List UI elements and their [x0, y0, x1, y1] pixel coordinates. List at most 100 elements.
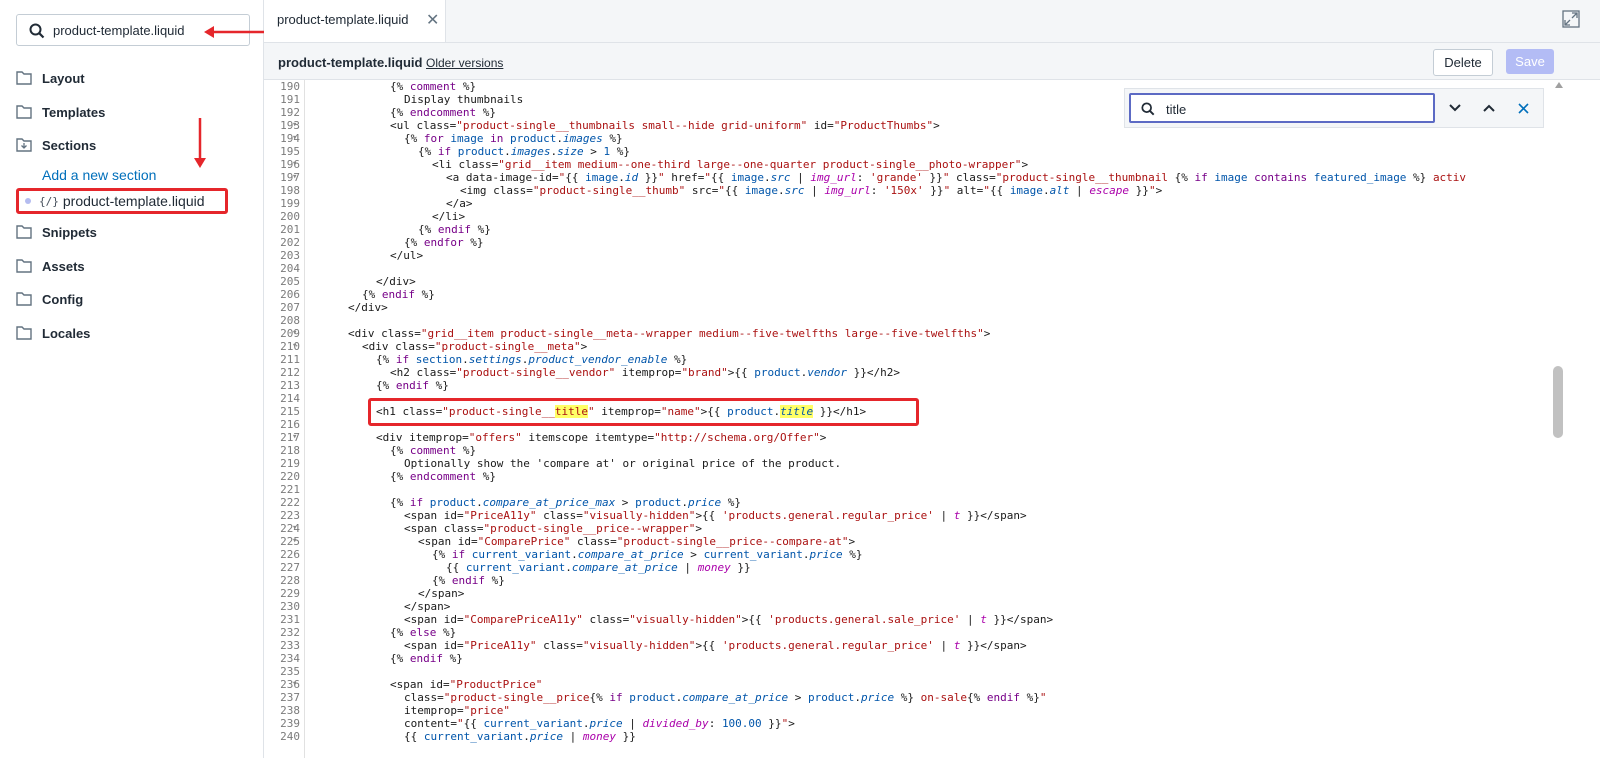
- fold-toggle-icon[interactable]: ▾: [292, 133, 297, 143]
- line-number: 237: [280, 691, 300, 704]
- folder-templates[interactable]: Templates: [16, 100, 105, 124]
- add-section-link[interactable]: Add a new section: [42, 167, 156, 183]
- line-number: 213: [280, 379, 300, 392]
- find-input[interactable]: title: [1129, 93, 1435, 123]
- fold-toggle-icon[interactable]: ▾: [292, 432, 297, 442]
- sidebar: product-template.liquid Layout Templates…: [0, 0, 264, 758]
- tab-product-template[interactable]: product-template.liquid ✕: [264, 0, 446, 42]
- chevron-up-icon: [1483, 104, 1495, 112]
- folder-assets[interactable]: Assets: [16, 254, 85, 278]
- line-number: 204: [280, 262, 300, 275]
- line-number: 227: [280, 561, 300, 574]
- code-line: <li class="grid__item medium--one-third …: [432, 158, 1029, 171]
- liquid-file-icon: {/}: [39, 194, 59, 208]
- find-prev-button[interactable]: [1473, 93, 1505, 123]
- file-label: product-template.liquid: [62, 193, 205, 209]
- line-number: 223: [280, 509, 300, 522]
- sidebar-file-product-template[interactable]: {/} product-template.liquid: [16, 188, 228, 214]
- line-number: 200: [280, 210, 300, 223]
- delete-button[interactable]: Delete: [1433, 49, 1493, 76]
- code-line: itemprop="price": [404, 704, 510, 717]
- code-line: {% endcomment %}: [390, 470, 496, 483]
- code-line: </li>: [432, 210, 466, 223]
- line-number: 222: [280, 496, 300, 509]
- line-number: 238: [280, 704, 300, 717]
- line-number: 201: [280, 223, 300, 236]
- line-number: 192: [280, 106, 300, 119]
- line-number: 226: [280, 548, 300, 561]
- folder-locales[interactable]: Locales: [16, 321, 90, 345]
- code-line: <ul class="product-single__thumbnails sm…: [390, 119, 940, 132]
- code-line: </a>: [446, 197, 473, 210]
- line-number: 199: [280, 197, 300, 210]
- line-number: 233: [280, 639, 300, 652]
- code-line: {% endif %}: [362, 288, 435, 301]
- code-line: <a data-image-id="{{ image.id }}" href="…: [446, 171, 1467, 184]
- line-number: 234: [280, 652, 300, 665]
- find-next-button[interactable]: [1439, 93, 1471, 123]
- highlight-annotation-box: [368, 398, 919, 426]
- search-icon: [1141, 102, 1155, 116]
- find-query: title: [1166, 102, 1187, 117]
- line-number: 218: [280, 444, 300, 457]
- line-number: 216: [280, 418, 300, 431]
- save-button[interactable]: Save: [1506, 49, 1554, 74]
- fold-toggle-icon[interactable]: ▾: [292, 341, 297, 351]
- code-line: <div itemprop="offers" itemscope itemtyp…: [376, 431, 827, 444]
- code-line: </span>: [418, 587, 465, 600]
- code-line: {% endif %}: [418, 223, 491, 236]
- fold-toggle-icon[interactable]: ▾: [292, 172, 297, 182]
- find-close-button[interactable]: [1507, 93, 1539, 123]
- scroll-up-arrow-icon[interactable]: [1555, 82, 1563, 88]
- line-number: 212: [280, 366, 300, 379]
- folder-layout[interactable]: Layout: [16, 66, 85, 90]
- line-number: 195: [280, 145, 300, 158]
- search-icon: [29, 23, 45, 39]
- line-number: 229: [280, 587, 300, 600]
- folder-sections[interactable]: Sections: [16, 133, 96, 157]
- code-line: <span id="ComparePrice" class="product-s…: [418, 535, 856, 548]
- line-number: 208: [280, 314, 300, 327]
- fold-toggle-icon[interactable]: ▾: [292, 328, 297, 338]
- code-line: </div>: [376, 275, 416, 288]
- code-line: {{ current_variant.compare_at_price | mo…: [446, 561, 751, 574]
- line-number: 203: [280, 249, 300, 262]
- folder-icon: [16, 259, 32, 273]
- unsaved-dot: [25, 198, 31, 204]
- code-line: {% if current_variant.compare_at_price >…: [432, 548, 863, 561]
- fold-toggle-icon[interactable]: ▾: [292, 536, 297, 546]
- code-line: {% for image in product.images %}: [404, 132, 623, 145]
- expand-icon[interactable]: [1562, 10, 1580, 28]
- file-header: product-template.liquid Older versions D…: [264, 43, 1600, 80]
- code-line: {% endfor %}: [404, 236, 484, 249]
- line-number: 232: [280, 626, 300, 639]
- code-line: {% endcomment %}: [390, 106, 496, 119]
- code-line: <span id="PriceA11y" class="visually-hid…: [404, 509, 1027, 522]
- code-editor[interactable]: 190 191 192 193 ▾ 194 ▾ 195 196 ▾ 197 ▾ 198 199 200 201…: [264, 80, 1600, 758]
- line-number: 205: [280, 275, 300, 288]
- fold-toggle-icon[interactable]: ▾: [292, 120, 297, 130]
- line-number: 235: [280, 665, 300, 678]
- line-number: 206: [280, 288, 300, 301]
- line-number: 202: [280, 236, 300, 249]
- scrollbar-thumb[interactable]: [1553, 366, 1563, 438]
- fold-toggle-icon[interactable]: ▾: [292, 523, 297, 533]
- fold-toggle-icon[interactable]: ▾: [292, 159, 297, 169]
- code-line: {% if section.settings.product_vendor_en…: [376, 353, 688, 366]
- folder-label: Templates: [42, 104, 106, 120]
- older-versions-link[interactable]: Older versions: [426, 56, 503, 70]
- fold-toggle-icon[interactable]: ▾: [292, 679, 297, 689]
- close-icon[interactable]: ✕: [426, 10, 439, 30]
- folder-label: Locales: [42, 325, 91, 341]
- folder-snippets[interactable]: Snippets: [16, 220, 97, 244]
- code-line: {% else %}: [390, 626, 457, 639]
- folder-config[interactable]: Config: [16, 287, 83, 311]
- line-number: 190: [280, 80, 300, 93]
- folder-label: Config: [42, 291, 84, 307]
- line-number: 220: [280, 470, 300, 483]
- line-number: 221: [280, 483, 300, 496]
- line-number: 214: [280, 392, 300, 405]
- line-number: 219: [280, 457, 300, 470]
- code-line: {% if product.compare_at_price_max > pro…: [390, 496, 742, 509]
- find-bar: title: [1124, 88, 1544, 128]
